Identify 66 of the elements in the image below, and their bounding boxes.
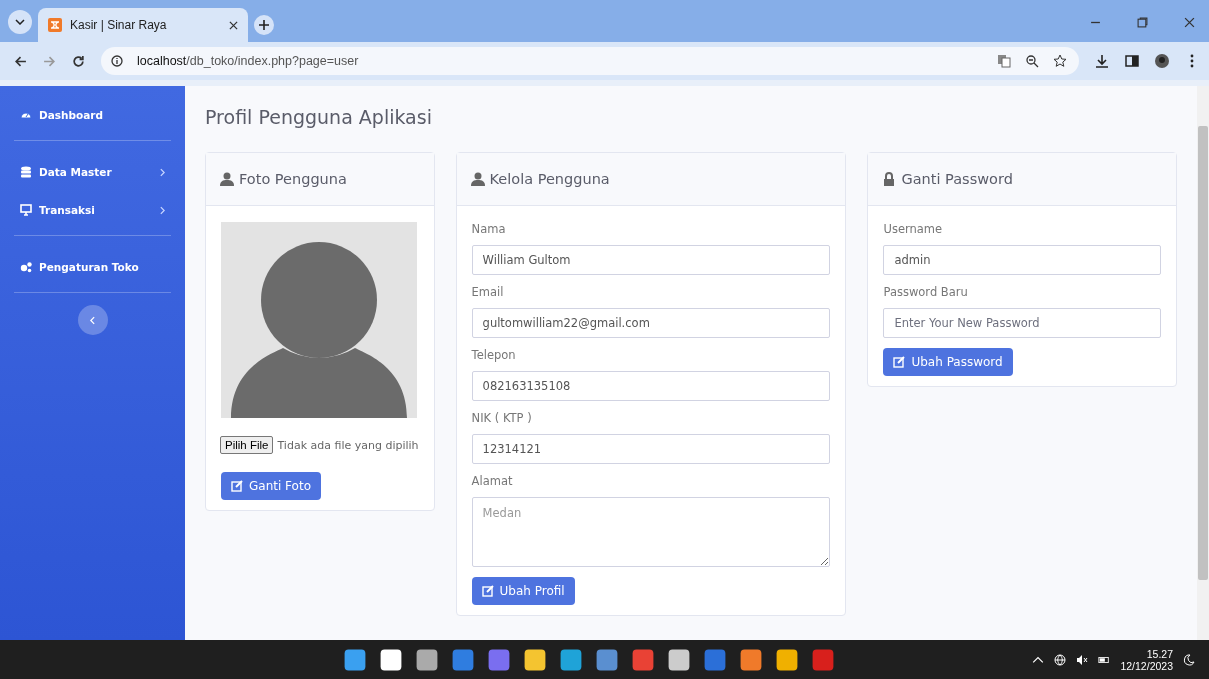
page-title: Profil Pengguna Aplikasi bbox=[205, 106, 433, 128]
avatar-icon[interactable] bbox=[1155, 54, 1169, 68]
input-field[interactable]: gultomwilliam22@gmail.com bbox=[471, 308, 831, 338]
close-icon[interactable] bbox=[1184, 17, 1195, 28]
chevron-left-icon bbox=[90, 315, 95, 325]
input-field[interactable]: William Gultom bbox=[471, 245, 831, 275]
field-label: Telepon bbox=[471, 348, 517, 362]
field-label: Alamat bbox=[471, 474, 514, 488]
sidebar-toggle-button[interactable] bbox=[77, 305, 108, 335]
database-icon bbox=[20, 166, 32, 178]
scrollbar[interactable] bbox=[1197, 86, 1209, 640]
chevron-icon bbox=[160, 205, 165, 215]
restore-icon[interactable] bbox=[1137, 17, 1148, 28]
input-field[interactable]: 082163135108 bbox=[471, 371, 831, 401]
download-icon[interactable] bbox=[1095, 54, 1109, 68]
speaker-muted-icon[interactable] bbox=[1076, 653, 1089, 666]
info-icon bbox=[111, 55, 123, 67]
field-label: Email bbox=[471, 285, 505, 299]
sidebar-item[interactable]: Pengaturan Toko bbox=[14, 248, 171, 286]
browser-tab[interactable]: Kasir | Sinar Raya bbox=[38, 8, 248, 42]
clock-time: 15.27 bbox=[1146, 647, 1173, 660]
input-field[interactable]: admin bbox=[883, 245, 1161, 275]
lock-icon bbox=[882, 172, 897, 186]
change-photo-button[interactable]: Ganti Foto bbox=[221, 472, 321, 500]
tab-title: Kasir | Sinar Raya bbox=[70, 18, 168, 32]
sidebar-item[interactable]: Data Master bbox=[14, 153, 171, 191]
user-icon bbox=[470, 172, 485, 186]
star-icon[interactable] bbox=[1053, 54, 1067, 68]
field-label: NIK ( KTP ) bbox=[471, 411, 533, 425]
side-panel-icon[interactable] bbox=[1125, 54, 1139, 68]
edit-icon bbox=[231, 480, 243, 492]
app-logo-icon bbox=[48, 18, 62, 32]
user-icon bbox=[220, 172, 234, 186]
edit-icon bbox=[481, 585, 494, 597]
field-label: Username bbox=[883, 222, 944, 236]
sidebar-item[interactable]: Transaksi bbox=[14, 191, 171, 229]
moon-icon[interactable] bbox=[1183, 653, 1195, 666]
address-bar[interactable]: localhost/db_toko/index.php?page=user bbox=[101, 47, 1079, 75]
textarea-field[interactable]: Medan bbox=[471, 497, 831, 567]
input-field[interactable]: Enter Your New Password bbox=[883, 308, 1161, 338]
clock-date: 12/12/2023 bbox=[1120, 659, 1173, 672]
reload-icon[interactable] bbox=[72, 54, 85, 68]
back-icon[interactable] bbox=[14, 54, 27, 68]
update-profile-button[interactable]: Ubah Profil bbox=[471, 577, 575, 605]
choose-file-button[interactable]: Pilih File bbox=[220, 436, 274, 454]
input-field[interactable]: 12314121 bbox=[471, 434, 831, 464]
translate-icon[interactable] bbox=[997, 54, 1011, 68]
file-status: Tidak ada file yang dipilih bbox=[277, 438, 419, 452]
cogs-icon bbox=[20, 261, 32, 273]
globe-icon[interactable] bbox=[1054, 653, 1067, 666]
url-text: localhost/db_toko/index.php?page=user bbox=[137, 54, 359, 68]
new-tab-icon[interactable] bbox=[254, 15, 274, 35]
change-password-button[interactable]: Ubah Password bbox=[883, 348, 1013, 376]
field-label: Password Baru bbox=[883, 285, 969, 299]
card-title: Kelola Pengguna bbox=[489, 171, 610, 187]
tab-list-button[interactable] bbox=[8, 10, 32, 34]
zoom-icon[interactable] bbox=[1025, 54, 1039, 68]
sidebar-item[interactable]: Dashboard bbox=[14, 96, 171, 134]
field-label: Nama bbox=[471, 222, 507, 236]
monitor-icon bbox=[20, 204, 32, 216]
edit-icon bbox=[893, 356, 906, 368]
card-title: Foto Pengguna bbox=[239, 171, 347, 187]
caret-icon bbox=[15, 19, 25, 25]
chevron-icon bbox=[160, 167, 165, 177]
close-icon[interactable] bbox=[229, 20, 238, 30]
card-title: Ganti Password bbox=[901, 171, 1013, 187]
